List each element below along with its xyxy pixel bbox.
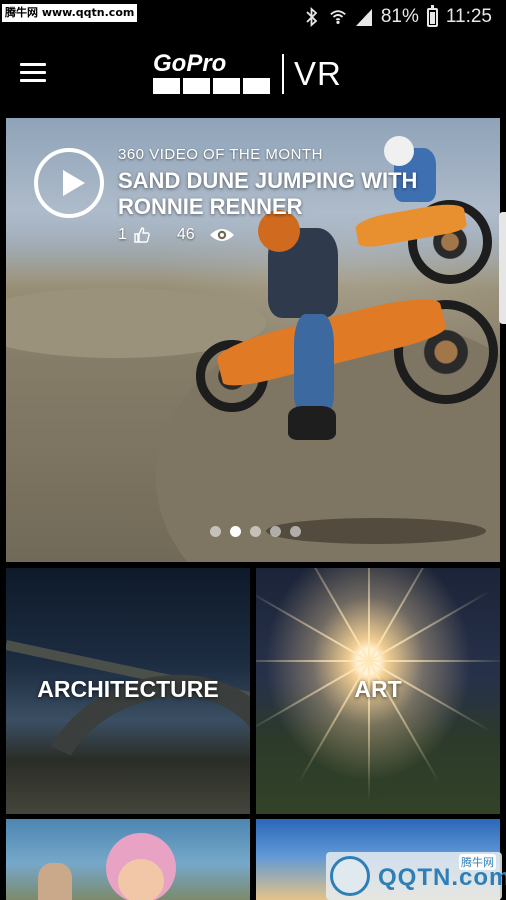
app-bar: GoPro VR xyxy=(0,34,506,112)
like-count: 1 xyxy=(118,226,127,243)
status-icons: 81% 11:25 xyxy=(303,4,492,30)
rider-helmet xyxy=(384,136,414,166)
logo-brand: GoPro xyxy=(153,50,227,77)
carousel-dot[interactable] xyxy=(210,526,221,537)
play-button[interactable] xyxy=(34,148,104,218)
battery-percent: 81% xyxy=(380,6,419,27)
logo-product: VR xyxy=(294,55,342,92)
gopro-vr-logo: GoPro VR xyxy=(153,52,342,96)
hero-kicker: 360 VIDEO OF THE MONTH xyxy=(118,146,323,163)
bluetooth-icon xyxy=(306,7,318,27)
carousel-dots xyxy=(210,526,301,537)
person xyxy=(38,863,72,900)
category-label: ART xyxy=(354,676,402,702)
watermark-bottom: QQTN.com 腾牛网 xyxy=(326,852,506,900)
eye-icon xyxy=(209,229,234,241)
hero-title[interactable]: SAND DUNE JUMPING WITH RONNIE RENNER xyxy=(118,168,478,220)
battery-icon xyxy=(426,4,438,27)
featured-video-card[interactable]: 360 VIDEO OF THE MONTH SAND DUNE JUMPING… xyxy=(6,118,500,562)
wifi-icon xyxy=(330,10,346,25)
carousel-dot[interactable] xyxy=(250,526,261,537)
watermark-logo-icon xyxy=(330,856,370,896)
rider-boot xyxy=(288,406,336,440)
carousel-dot[interactable] xyxy=(270,526,281,537)
category-tile-architecture[interactable]: ARCHITECTURE xyxy=(6,568,250,814)
status-bar: 腾牛网 www.qqtn.com 81% 11:25 xyxy=(0,0,506,34)
hamburger-menu-icon[interactable] xyxy=(16,56,50,90)
logo-divider xyxy=(282,54,284,94)
child-face xyxy=(118,859,164,900)
thumbs-up-icon xyxy=(134,227,150,243)
carousel-dot-active[interactable] xyxy=(230,526,241,537)
watermark-top: 腾牛网 www.qqtn.com xyxy=(2,4,138,22)
gopro-logo: GoPro xyxy=(153,50,270,94)
rider-legs xyxy=(294,314,334,414)
view-count: 46 xyxy=(176,226,195,243)
signal-icon xyxy=(355,9,372,26)
category-tile-people[interactable] xyxy=(6,819,250,900)
side-drawer-handle[interactable] xyxy=(499,212,506,324)
hero-stats: 1 46 xyxy=(118,226,235,244)
category-label: ARCHITECTURE xyxy=(37,676,219,702)
carousel-dot[interactable] xyxy=(290,526,301,537)
category-tile-art[interactable]: ART xyxy=(256,568,500,814)
clock: 11:25 xyxy=(445,6,492,27)
watermark-badge: 腾牛网 xyxy=(459,854,496,870)
